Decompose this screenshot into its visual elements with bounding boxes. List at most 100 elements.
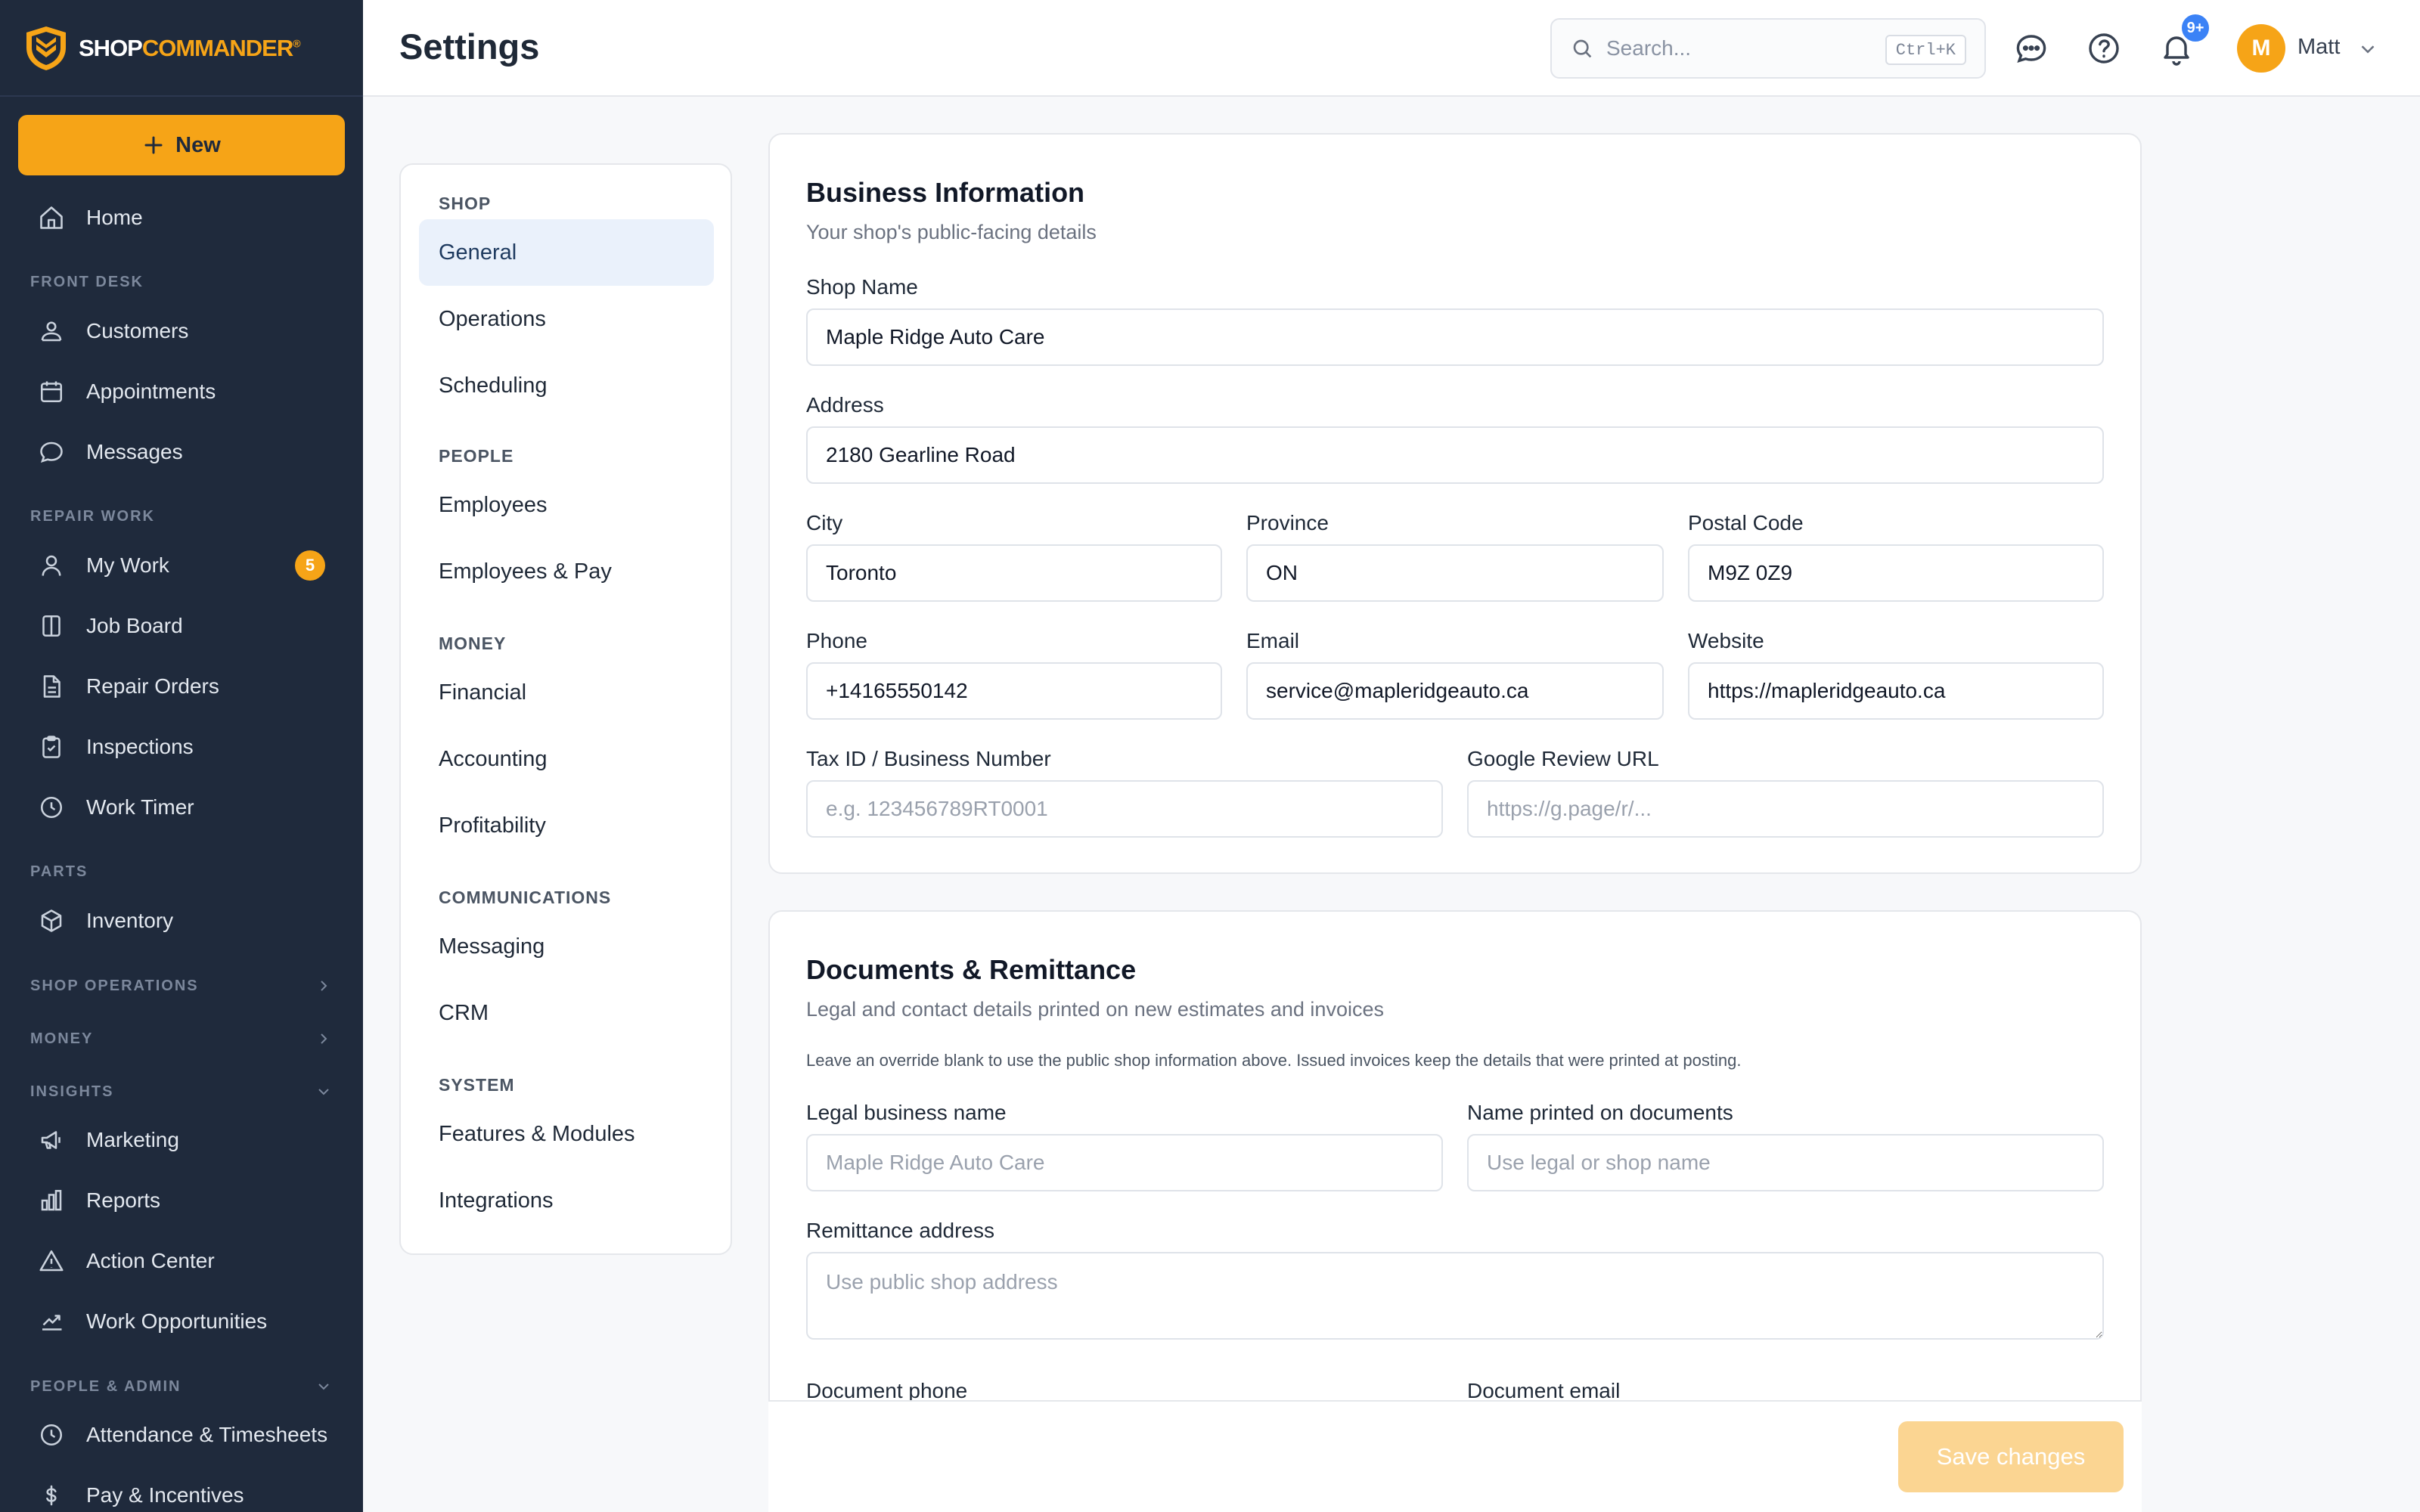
- sidebar-item-repair-orders[interactable]: Repair Orders: [18, 659, 345, 714]
- legal-business-name-field[interactable]: [806, 1134, 1443, 1191]
- sidebar-item-label: Appointments: [86, 380, 216, 403]
- sidebar-item-label: Work Timer: [86, 795, 194, 819]
- settings-section-shop: SHOP: [439, 194, 492, 213]
- sidebar-item-label: Messages: [86, 440, 183, 463]
- sidebar-item-label: Home: [86, 206, 143, 229]
- chevron-down-icon[interactable]: [2356, 38, 2379, 60]
- sidebar-item-marketing[interactable]: Marketing: [18, 1113, 345, 1167]
- printed-name-field[interactable]: [1467, 1134, 2104, 1191]
- brand-logo[interactable]: SHOPCOMMANDER®: [24, 24, 301, 73]
- search-icon: [1573, 39, 1592, 58]
- settings-section-communications: COMMUNICATIONS: [439, 888, 612, 907]
- settings-nav-messaging[interactable]: Messaging: [419, 913, 714, 980]
- help-icon[interactable]: [2086, 30, 2122, 67]
- sidebar-item-inspections[interactable]: Inspections: [18, 720, 345, 774]
- shop-name-field[interactable]: [806, 308, 2104, 366]
- email-label: Email: [1246, 629, 1300, 652]
- sidebar-item-work-timer[interactable]: Work Timer: [18, 780, 345, 835]
- settings-nav-financial[interactable]: Financial: [419, 659, 714, 726]
- sidebar-item-label: Reports: [86, 1188, 161, 1212]
- chevron-right-icon: [321, 1033, 327, 1044]
- sidebar-item-label: Customers: [86, 319, 189, 342]
- search-shortcut-hint: Ctrl+K: [1885, 35, 1966, 65]
- city-field[interactable]: [806, 544, 1222, 602]
- section-parts: PARTS: [30, 863, 88, 880]
- settings-nav-scheduling[interactable]: Scheduling: [419, 352, 714, 419]
- user-icon: [42, 555, 61, 576]
- tax-id-label: Tax ID / Business Number: [806, 747, 1051, 770]
- sidebar-item-label: Inventory: [86, 909, 174, 932]
- settings-nav-profitability[interactable]: Profitability: [419, 792, 714, 859]
- sidebar-item-label: Action Center: [86, 1249, 215, 1272]
- search-input[interactable]: [1606, 36, 1879, 60]
- settings-nav: SHOP General Operations Scheduling PEOPL…: [399, 163, 732, 1255]
- settings-nav-accounting[interactable]: Accounting: [419, 726, 714, 792]
- settings-nav-employees-pay[interactable]: Employees & Pay: [419, 538, 714, 605]
- postal-code-label: Postal Code: [1688, 511, 1804, 534]
- dollar-icon: [46, 1485, 57, 1506]
- sidebar-item-attendance[interactable]: Attendance & Timesheets: [18, 1408, 345, 1462]
- sidebar-item-home[interactable]: Home: [18, 191, 345, 245]
- sidebar-divider: [0, 95, 363, 97]
- section-front-desk: FRONT DESK: [30, 274, 144, 290]
- province-label: Province: [1246, 511, 1329, 534]
- avatar[interactable]: M: [2237, 24, 2285, 73]
- website-field[interactable]: [1688, 662, 2104, 720]
- save-changes-button[interactable]: Save changes: [1898, 1421, 2124, 1492]
- notification-count-badge: 9+: [2180, 12, 2211, 44]
- sidebar-item-my-work[interactable]: My Work 5: [18, 538, 345, 593]
- section-people-admin[interactable]: PEOPLE & ADMIN: [30, 1377, 333, 1396]
- phone-label: Phone: [806, 629, 867, 652]
- sidebar-item-work-opportunities[interactable]: Work Opportunities: [18, 1294, 345, 1349]
- shop-name-label: Shop Name: [806, 275, 918, 299]
- sidebar-item-inventory[interactable]: Inventory: [18, 894, 345, 948]
- email-field[interactable]: [1246, 662, 1664, 720]
- card-title: Documents & Remittance: [806, 954, 1137, 985]
- sidebar-item-action-center[interactable]: Action Center: [18, 1234, 345, 1288]
- clock-icon: [40, 796, 63, 819]
- sidebar-item-reports[interactable]: Reports: [18, 1173, 345, 1228]
- clock-icon: [40, 1424, 63, 1446]
- settings-nav-operations[interactable]: Operations: [419, 286, 714, 352]
- sidebar-item-label: Inspections: [86, 735, 194, 758]
- section-insights[interactable]: INSIGHTS: [30, 1083, 333, 1101]
- card-title: Business Information: [806, 177, 1085, 208]
- settings-nav-features[interactable]: Features & Modules: [419, 1101, 714, 1167]
- sidebar-item-appointments[interactable]: Appointments: [18, 364, 345, 419]
- settings-nav-general[interactable]: General: [419, 219, 714, 286]
- postal-code-field[interactable]: [1688, 544, 2104, 602]
- megaphone-icon: [41, 1131, 60, 1149]
- override-note: Leave an override blank to use the publi…: [806, 1051, 1742, 1070]
- sidebar-item-label: Job Board: [86, 614, 183, 637]
- legal-business-name-label: Legal business name: [806, 1101, 1007, 1124]
- google-review-url-field[interactable]: [1467, 780, 2104, 838]
- settings-nav-integrations[interactable]: Integrations: [419, 1167, 714, 1234]
- chat-icon[interactable]: [2013, 30, 2049, 67]
- document-icon: [43, 675, 60, 698]
- chevron-down-icon: [318, 1089, 329, 1095]
- settings-nav-employees[interactable]: Employees: [419, 472, 714, 538]
- calendar-icon: [40, 381, 63, 403]
- remittance-address-field[interactable]: [806, 1252, 2104, 1340]
- tax-id-field[interactable]: [806, 780, 1443, 838]
- section-shop-operations[interactable]: SHOP OPERATIONS: [30, 977, 333, 995]
- sidebar: SHOPCOMMANDER® New Home FRONT DESK Custo…: [0, 0, 363, 1512]
- address-field[interactable]: [806, 426, 2104, 484]
- sidebar-item-messages[interactable]: Messages: [18, 425, 345, 479]
- section-money[interactable]: MONEY: [30, 1030, 333, 1048]
- warning-triangle-icon: [39, 1250, 64, 1272]
- sidebar-item-customers[interactable]: Customers: [18, 304, 345, 358]
- home-icon: [40, 206, 63, 229]
- global-search[interactable]: Ctrl+K: [1550, 18, 1986, 79]
- bar-chart-icon: [41, 1189, 62, 1211]
- user-name[interactable]: Matt: [2297, 35, 2340, 60]
- my-work-count-badge: 5: [295, 550, 325, 581]
- business-information-card: Business Information Your shop's public-…: [768, 133, 2142, 874]
- province-field[interactable]: [1246, 544, 1664, 602]
- sidebar-item-job-board[interactable]: Job Board: [18, 599, 345, 653]
- new-button[interactable]: New: [18, 115, 345, 175]
- phone-field[interactable]: [806, 662, 1222, 720]
- sidebar-item-pay[interactable]: Pay & Incentives: [18, 1468, 345, 1512]
- settings-nav-crm[interactable]: CRM: [419, 980, 714, 1046]
- section-repair-work: REPAIR WORK: [30, 508, 155, 525]
